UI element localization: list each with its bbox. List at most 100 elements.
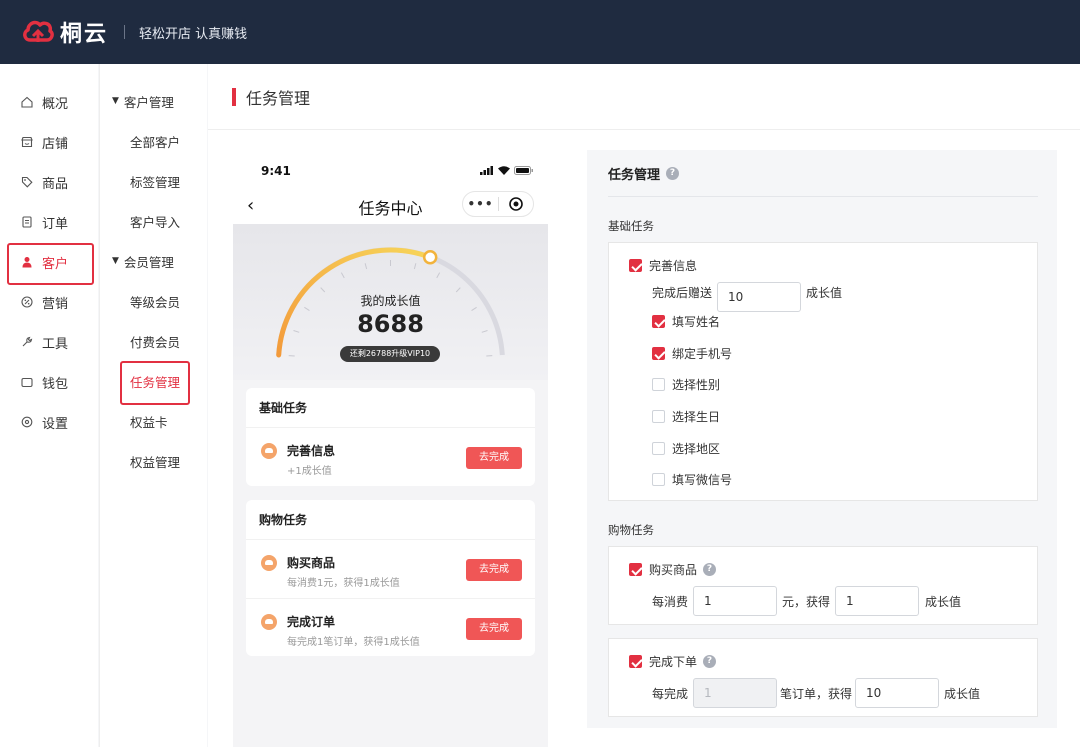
reward-input[interactable] xyxy=(717,282,802,312)
nav-group-label: 客户管理 xyxy=(123,94,174,110)
sidebar-item-store[interactable]: 店铺 xyxy=(0,122,98,162)
store-icon xyxy=(20,135,34,149)
close-circle-icon[interactable] xyxy=(499,197,533,211)
subnav-item-paid-members[interactable]: 付费会员 xyxy=(100,321,207,361)
sidebar-item-tools[interactable]: 工具 xyxy=(0,322,98,362)
status-icons xyxy=(480,166,534,175)
option-bind-phone[interactable]: 绑定手机号 xyxy=(652,345,732,362)
nav-group-member-management[interactable]: ▼ 会员管理 xyxy=(100,241,207,281)
subnav-item-benefit-management[interactable]: 权益管理 xyxy=(100,441,207,481)
help-icon[interactable]: ? xyxy=(703,563,717,576)
subnav-item-task-management[interactable]: 任务管理 xyxy=(100,361,207,405)
sidebar-item-label: 营销 xyxy=(42,296,69,312)
buy-task-checkbox[interactable]: 购买商品 ? xyxy=(629,561,717,578)
checkbox[interactable] xyxy=(652,473,665,486)
subnav-item-level-members[interactable]: 等级会员 xyxy=(100,281,207,321)
brand-name: 桐云 xyxy=(60,22,109,47)
checkbox[interactable] xyxy=(652,315,665,328)
chevron-down-icon: ▼ xyxy=(112,96,119,106)
help-icon[interactable]: ? xyxy=(666,167,680,180)
phone-status-bar: 9:41 xyxy=(233,152,548,189)
nav-group-customer-management[interactable]: ▼ 客户管理 xyxy=(100,81,207,121)
checkbox-label: 选择性别 xyxy=(672,378,721,392)
shopping-tasks-card: 购物任务 购买商品 每消费1元，获得1成长值 去完成 完成订单 每完成1笔订单，… xyxy=(246,500,535,656)
go-complete-button[interactable]: 去完成 xyxy=(466,559,522,581)
sidebar-item-orders[interactable]: 订单 xyxy=(0,202,98,242)
checkbox[interactable] xyxy=(652,378,665,391)
growth-value-input[interactable] xyxy=(835,586,920,616)
sidebar-item-products[interactable]: 商品 xyxy=(0,162,98,202)
task-icon xyxy=(261,614,277,630)
order-count-input xyxy=(693,678,778,708)
checkbox[interactable] xyxy=(629,655,642,668)
marketing-icon xyxy=(20,295,34,309)
title-accent-bar xyxy=(232,87,236,106)
order-rule-row: 每完成 笔订单，获得 成长值 xyxy=(652,678,980,708)
sidebar-item-wallet[interactable]: 钱包 xyxy=(0,362,98,402)
rule-prefix: 每完成 xyxy=(652,686,689,701)
option-fill-name[interactable]: 填写姓名 xyxy=(652,313,720,330)
option-wechat[interactable]: 填写微信号 xyxy=(652,471,732,488)
buy-task-box: 购买商品 ? 每消费 元，获得 成长值 xyxy=(608,546,1038,625)
checkbox-label: 选择生日 xyxy=(672,410,721,424)
task-row: 完善信息 +1成长值 去完成 xyxy=(246,428,535,486)
sidebar-item-overview[interactable]: 概况 xyxy=(0,82,98,122)
subnav-item-benefit-card[interactable]: 权益卡 xyxy=(100,401,207,441)
spend-amount-input[interactable] xyxy=(693,586,778,616)
order-task-checkbox[interactable]: 完成下单 ? xyxy=(629,653,717,670)
go-complete-button[interactable]: 去完成 xyxy=(466,618,522,640)
subnav-item-tag-management[interactable]: 标签管理 xyxy=(100,161,207,201)
status-time: 9:41 xyxy=(261,163,291,178)
checkbox[interactable] xyxy=(629,563,642,576)
checkbox[interactable] xyxy=(652,347,665,360)
miniapp-capsule: ••• xyxy=(462,191,534,217)
subnav-item-customer-import[interactable]: 客户导入 xyxy=(100,201,207,241)
checkbox[interactable] xyxy=(652,442,665,455)
sidebar-item-label: 订单 xyxy=(42,216,69,232)
gauge-value: 8688 xyxy=(357,310,424,338)
checkbox[interactable] xyxy=(652,410,665,423)
panel-title-text: 任务管理 xyxy=(608,168,661,183)
checkbox-label: 选择地区 xyxy=(672,442,721,456)
order-icon xyxy=(20,215,34,229)
go-complete-button[interactable]: 去完成 xyxy=(466,447,522,469)
section-label-basic: 基础任务 xyxy=(608,219,654,233)
rule-suffix: 成长值 xyxy=(925,594,962,609)
checkbox-label: 填写微信号 xyxy=(672,473,733,487)
sidebar-item-settings[interactable]: 设置 xyxy=(0,402,98,442)
gauge-tick xyxy=(364,263,368,270)
more-dots-icon[interactable]: ••• xyxy=(463,197,498,211)
gauge-tick xyxy=(340,272,345,279)
checkbox-label: 绑定手机号 xyxy=(672,347,733,361)
divider xyxy=(608,196,1038,197)
checkbox-label: 购买商品 xyxy=(649,563,698,577)
option-birthday[interactable]: 选择生日 xyxy=(652,408,720,425)
task-row: 完成订单 每完成1笔订单，获得1成长值 去完成 xyxy=(246,598,535,656)
sidebar-item-marketing[interactable]: 营销 xyxy=(0,282,98,322)
growth-value-input[interactable] xyxy=(855,678,940,708)
growth-gauge: 我的成长值 8688 还剩26788升级VIP10 xyxy=(233,224,548,380)
page-header: 任务管理 xyxy=(208,64,1080,130)
cloud-logo-icon xyxy=(23,20,54,42)
home-icon xyxy=(20,95,34,109)
sidebar-item-label: 商品 xyxy=(42,176,69,192)
tag-icon xyxy=(20,175,34,189)
option-region[interactable]: 选择地区 xyxy=(652,440,720,457)
checkbox[interactable] xyxy=(629,259,642,272)
sidebar-item-customers[interactable]: 客户 xyxy=(0,242,98,285)
order-task-box: 完成下单 ? 每完成 笔订单，获得 成长值 xyxy=(608,638,1038,717)
sidebar-item-label: 工具 xyxy=(42,336,69,352)
task-settings-panel: 任务管理 ? 基础任务 完善信息 完成后赠送 成长值 填写姓名 绑定手机号 xyxy=(587,150,1057,728)
info-task-checkbox[interactable]: 完善信息 xyxy=(629,257,697,274)
sidebar-item-label: 概况 xyxy=(42,96,69,112)
basic-task-box: 完善信息 完成后赠送 成长值 填写姓名 绑定手机号 选择性别 选择生日 xyxy=(608,242,1038,501)
task-icon xyxy=(261,443,277,459)
back-arrow-icon[interactable]: ‹ xyxy=(247,195,254,216)
task-icon xyxy=(261,555,277,571)
settings-icon xyxy=(20,415,34,429)
help-icon[interactable]: ? xyxy=(703,655,717,668)
checkbox-label: 完善信息 xyxy=(649,259,698,273)
option-gender[interactable]: 选择性别 xyxy=(652,376,720,393)
subnav-item-all-customers[interactable]: 全部客户 xyxy=(100,121,207,161)
basic-tasks-card: 基础任务 完善信息 +1成长值 去完成 xyxy=(246,388,535,486)
